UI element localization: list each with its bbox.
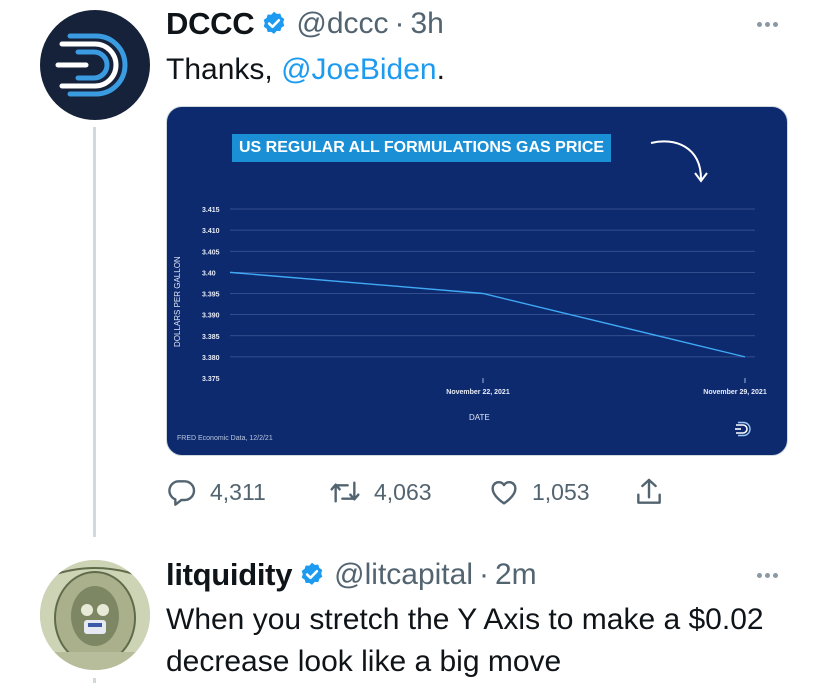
x-tick-label: November 22, 2021 (446, 389, 510, 396)
share-button[interactable] (633, 476, 677, 508)
y-tick-label: 3.375 (202, 376, 220, 383)
retweet-button[interactable]: 4,063 (328, 476, 488, 508)
more-icon[interactable] (757, 22, 778, 27)
y-tick-label: 3.405 (202, 249, 220, 256)
y-tick-label: 3.385 (202, 334, 220, 341)
verified-badge-icon (301, 562, 323, 585)
separator: · (479, 558, 489, 591)
like-count: 1,053 (532, 478, 590, 505)
dccc-logo-small-icon (735, 421, 751, 437)
dollar-bill-avatar-icon (40, 560, 150, 670)
dccc-logo-icon (55, 33, 128, 97)
thread-connector-end (93, 678, 96, 683)
reply-count: 4,311 (210, 478, 266, 505)
mention-link[interactable]: @JoeBiden (281, 53, 437, 86)
y-tick-label: 3.40 (202, 270, 216, 277)
reply-button[interactable]: 4,311 (166, 476, 328, 508)
avatar[interactable] (40, 10, 150, 120)
tweet-header: DCCC @dccc · 3h (166, 4, 444, 44)
like-button[interactable]: 1,053 (488, 476, 633, 508)
chart-source: FRED Economic Data, 12/2/21 (177, 435, 273, 442)
display-name[interactable]: litquidity (166, 557, 292, 593)
retweet-icon (330, 481, 360, 503)
timestamp[interactable]: 3h (411, 7, 444, 41)
tweet-header: litquidity @litcapital · 2m (166, 555, 537, 595)
x-axis-title: DATE (469, 413, 490, 422)
share-icon (637, 478, 661, 504)
y-axis-title: DOLLARS PER GALLON (173, 256, 182, 347)
media-image[interactable]: 3.415 3.410 3.405 3.40 3.395 3.390 3.385 3.380 3… (166, 106, 788, 456)
x-tick-label: November 29, 2021 (703, 389, 767, 396)
y-tick-label: 3.390 (202, 313, 220, 320)
handle[interactable]: @dccc (296, 7, 388, 41)
reply-icon (168, 480, 196, 506)
timestamp[interactable]: 2m (495, 558, 537, 592)
verified-badge-icon (264, 11, 285, 34)
retweet-count: 4,063 (374, 478, 432, 505)
avatar[interactable] (40, 560, 150, 670)
action-bar: 4,311 4,063 1,053 (166, 470, 677, 514)
y-tick-label: 3.395 (202, 292, 220, 299)
display-name[interactable]: DCCC (166, 6, 255, 42)
heart-icon (491, 480, 517, 505)
y-tick-label: 3.380 (202, 355, 220, 362)
chart-title: US REGULAR ALL FORMULATIONS GAS PRICE (232, 134, 612, 162)
thread-connector (93, 127, 96, 537)
more-icon[interactable] (757, 573, 778, 578)
tweet-text-prefix: Thanks, (166, 53, 282, 86)
y-tick-label: 3.415 (202, 207, 220, 214)
tweet-text-suffix: . (436, 53, 445, 86)
tweet-text: When you stretch the Y Axis to make a $0… (166, 603, 764, 678)
curved-arrow-icon (650, 140, 708, 183)
handle[interactable]: @litcapital (334, 558, 473, 592)
tweet-text: Thanks, @JoeBiden. (166, 49, 445, 91)
separator: · (394, 7, 405, 40)
y-tick-label: 3.410 (202, 228, 220, 235)
